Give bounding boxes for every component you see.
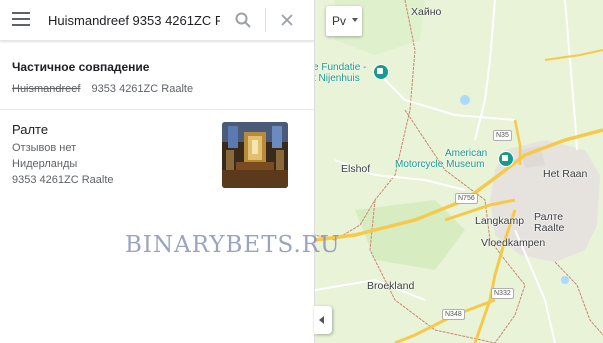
map-label-langkamp: Langkamp [475, 215, 525, 227]
partial-match-text: 9353 4261ZC Raalte [91, 83, 194, 95]
search-input[interactable] [48, 9, 220, 31]
road-label-n332: N332 [491, 288, 514, 299]
map-label-broekland: Broekland [367, 280, 415, 292]
menu-icon[interactable] [12, 12, 30, 28]
result-thumbnail[interactable] [222, 122, 288, 188]
chevron-left-icon [319, 316, 324, 324]
map-label-elshof: Elshof [341, 163, 371, 175]
map-label-haino-ru: Хайно [411, 6, 442, 18]
road-label-n756: N756 [455, 193, 478, 204]
partial-match-struck: Huismandreef [12, 83, 81, 95]
partial-match-title: Частичное совпадение [12, 60, 150, 74]
search-box [0, 0, 314, 41]
map-label-nijenhuis: t Nijenhuis [315, 73, 360, 84]
search-icon[interactable] [234, 11, 252, 29]
language-button[interactable]: Рv [326, 6, 362, 36]
close-icon[interactable] [278, 11, 296, 29]
partial-match-row[interactable]: Huismandreef 9353 4261ZC Raalte [12, 83, 193, 95]
museum-pin-icon[interactable] [498, 151, 514, 167]
road-label-n35: N35 [493, 130, 512, 141]
map-label-het-raan: Het Raan [543, 168, 588, 180]
map-label-vloedkampen: Vloedkampen [481, 237, 546, 249]
dropdown-caret-icon [352, 18, 358, 22]
road-label-n348: N348 [442, 309, 465, 320]
result-card[interactable]: Ралте Отзывов нет Нидерланды 9353 4261ZC… [12, 122, 302, 192]
map-label-motorcycle-museum: Motorcycle Museum [395, 159, 485, 170]
collapse-panel-button[interactable] [314, 306, 332, 334]
map-canvas[interactable]: Хайно e Fundatie - t Nijenhuis N35 Ameri… [315, 0, 603, 343]
museum-pin-icon[interactable] [373, 64, 389, 80]
language-label: Рv [332, 14, 347, 28]
map-label-fundatie: e Fundatie - [315, 62, 367, 73]
divider [0, 109, 314, 110]
map-label-raalte: Raalte [534, 222, 565, 234]
search-separator [265, 8, 266, 32]
map-label-american: American [445, 148, 488, 159]
side-panel: Частичное совпадение Huismandreef 9353 4… [0, 0, 315, 343]
